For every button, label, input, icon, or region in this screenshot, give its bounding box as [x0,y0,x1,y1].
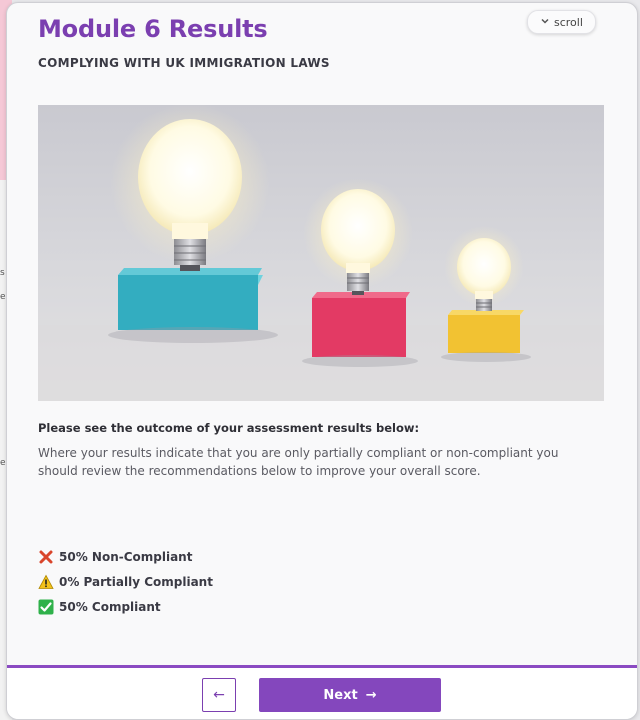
assessment-description: Where your results indicate that you are… [38,446,559,478]
arrow-left-icon: ← [213,687,225,703]
result-label: 0% Partially Compliant [59,574,213,589]
results-list: 50% Non-Compliant 0% Partially Compliant… [38,544,213,619]
background-text-fragment: e [0,292,6,302]
background-text-fragment: s [0,268,5,278]
scroll-button[interactable]: scroll [527,10,596,34]
result-non-compliant: 50% Non-Compliant [38,544,213,569]
next-label: Next [323,687,358,703]
module-subtitle: COMPLYING WITH UK IMMIGRATION LAWS [38,56,330,70]
assessment-heading: Please see the outcome of your assessmen… [38,421,420,435]
navigation-footer: ← Next → [7,668,637,719]
back-button[interactable]: ← [202,678,236,712]
next-button[interactable]: Next → [259,678,441,712]
result-label: 50% Non-Compliant [59,549,193,564]
result-partially-compliant: 0% Partially Compliant [38,569,213,594]
arrow-right-icon: → [365,687,377,703]
result-compliant: 50% Compliant [38,594,213,619]
results-modal: Module 6 Results COMPLYING WITH UK IMMIG… [6,2,638,720]
chevron-down-icon [540,16,550,29]
page-title: Module 6 Results [38,15,268,43]
result-label: 50% Compliant [59,599,161,614]
warning-icon [38,574,54,590]
background-text-fragment: e [0,458,6,468]
cross-mark-icon [38,549,54,565]
scroll-label: scroll [554,15,583,29]
check-mark-icon [38,599,54,615]
hero-image [38,105,604,401]
